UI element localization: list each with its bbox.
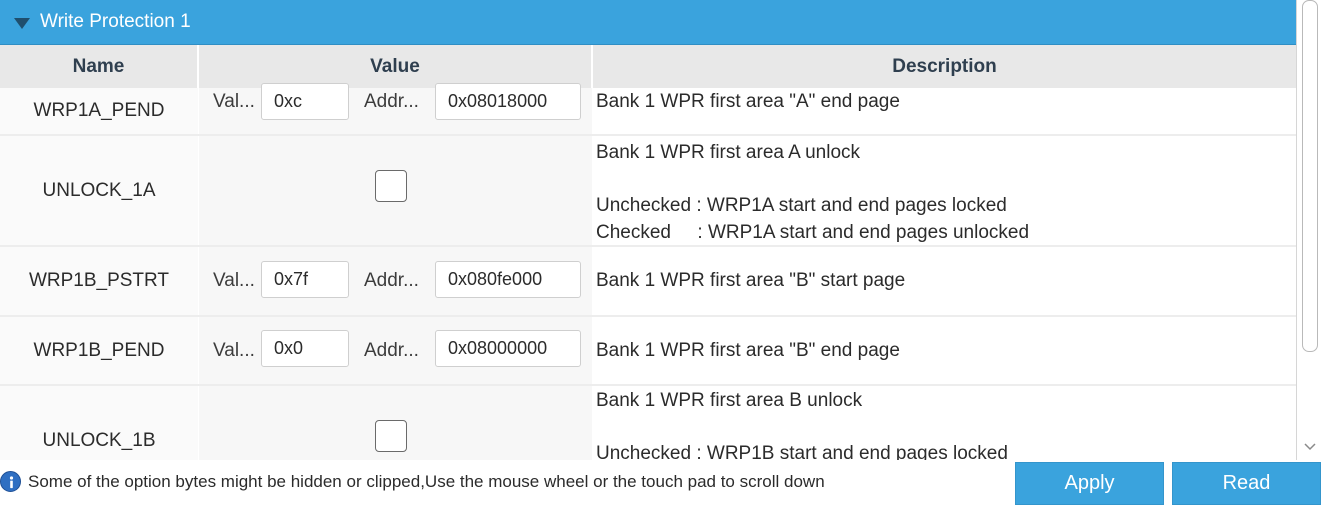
description-text: Bank 1 WPR first area "A" end page: [596, 91, 900, 112]
row-value-cell: Val... 0x7f Addr... 0x080fe000: [199, 247, 592, 315]
description-text: Bank 1 WPR first area "B" start page: [596, 270, 906, 291]
column-header-name: Name: [0, 45, 198, 88]
description-text: Bank 1 WPR first area "B" end page: [596, 340, 900, 361]
address-label: Addr...: [364, 91, 419, 112]
apply-button[interactable]: Apply: [1015, 462, 1164, 505]
unlock-1a-checkbox[interactable]: [375, 170, 407, 202]
address-field[interactable]: 0x08018000: [435, 83, 581, 120]
info-icon: [0, 471, 21, 492]
description-line: Unchecked : WRP1A start and end pages lo…: [596, 195, 1007, 216]
description-line: Checked : WRP1A start and end pages unlo…: [596, 222, 1030, 243]
scroll-down-arrow-icon[interactable]: [1300, 438, 1320, 456]
table-row: UNLOCK_1B Bank 1 WPR first area B unlock…: [0, 386, 1296, 460]
row-description: Bank 1 WPR first area "A" end page: [593, 88, 1296, 134]
address-field[interactable]: 0x080fe000: [435, 261, 581, 298]
collapse-triangle-icon[interactable]: [14, 17, 30, 29]
table-row: WRP1B_PSTRT Val... 0x7f Addr... 0x080fe0…: [0, 247, 1296, 315]
row-description: Bank 1 WPR first area "B" start page: [593, 247, 1296, 315]
section-title: Write Protection 1: [40, 11, 191, 32]
value-field[interactable]: 0xc: [261, 83, 349, 120]
unlock-1b-checkbox[interactable]: [375, 420, 407, 452]
row-name: WRP1A_PEND: [0, 88, 198, 134]
row-name: UNLOCK_1B: [0, 386, 198, 460]
row-name: UNLOCK_1A: [0, 136, 198, 245]
row-name: WRP1B_PEND: [0, 317, 198, 384]
row-value-cell: [199, 386, 592, 460]
description-line: Unchecked : WRP1B start and end pages lo…: [596, 443, 1008, 460]
row-value-cell: Val... 0xc Addr... 0x08018000: [199, 83, 592, 134]
row-description: Bank 1 WPR first area A unlock Unchecked…: [593, 136, 1296, 245]
table-row: UNLOCK_1A Bank 1 WPR first area A unlock…: [0, 136, 1296, 245]
option-bytes-panel: Write Protection 1 Name Value Descriptio…: [0, 0, 1297, 460]
footer-bar: Some of the option bytes might be hidden…: [0, 460, 1326, 508]
table-row: WRP1B_PEND Val... 0x0 Addr... 0x08000000…: [0, 317, 1296, 384]
column-header-description: Description: [593, 45, 1296, 88]
address-label: Addr...: [364, 270, 419, 291]
address-field[interactable]: 0x08000000: [435, 330, 581, 367]
row-value-cell: [199, 136, 592, 245]
section-header-write-protection[interactable]: Write Protection 1: [0, 0, 1296, 45]
info-message: Some of the option bytes might be hidden…: [28, 472, 825, 491]
table-row: WRP1A_PEND Val... 0xc Addr... 0x08018000…: [0, 83, 1296, 134]
value-label: Val...: [213, 340, 255, 361]
description-line: Bank 1 WPR first area B unlock: [596, 390, 863, 411]
row-description: Bank 1 WPR first area B unlock Unchecked…: [593, 386, 1296, 460]
value-label: Val...: [213, 270, 255, 291]
row-description: Bank 1 WPR first area "B" end page: [593, 317, 1296, 384]
vertical-scrollbar[interactable]: [1298, 0, 1326, 460]
address-label: Addr...: [364, 340, 419, 361]
read-button[interactable]: Read: [1172, 462, 1321, 505]
column-header-value: Value: [199, 45, 592, 88]
description-line: Bank 1 WPR first area A unlock: [596, 142, 861, 163]
row-value-cell: Val... 0x0 Addr... 0x08000000: [199, 317, 592, 384]
value-label: Val...: [213, 91, 255, 112]
row-name: WRP1B_PSTRT: [0, 247, 198, 315]
value-field[interactable]: 0x0: [261, 330, 349, 367]
value-field[interactable]: 0x7f: [261, 261, 349, 298]
scrollbar-thumb[interactable]: [1302, 0, 1318, 352]
